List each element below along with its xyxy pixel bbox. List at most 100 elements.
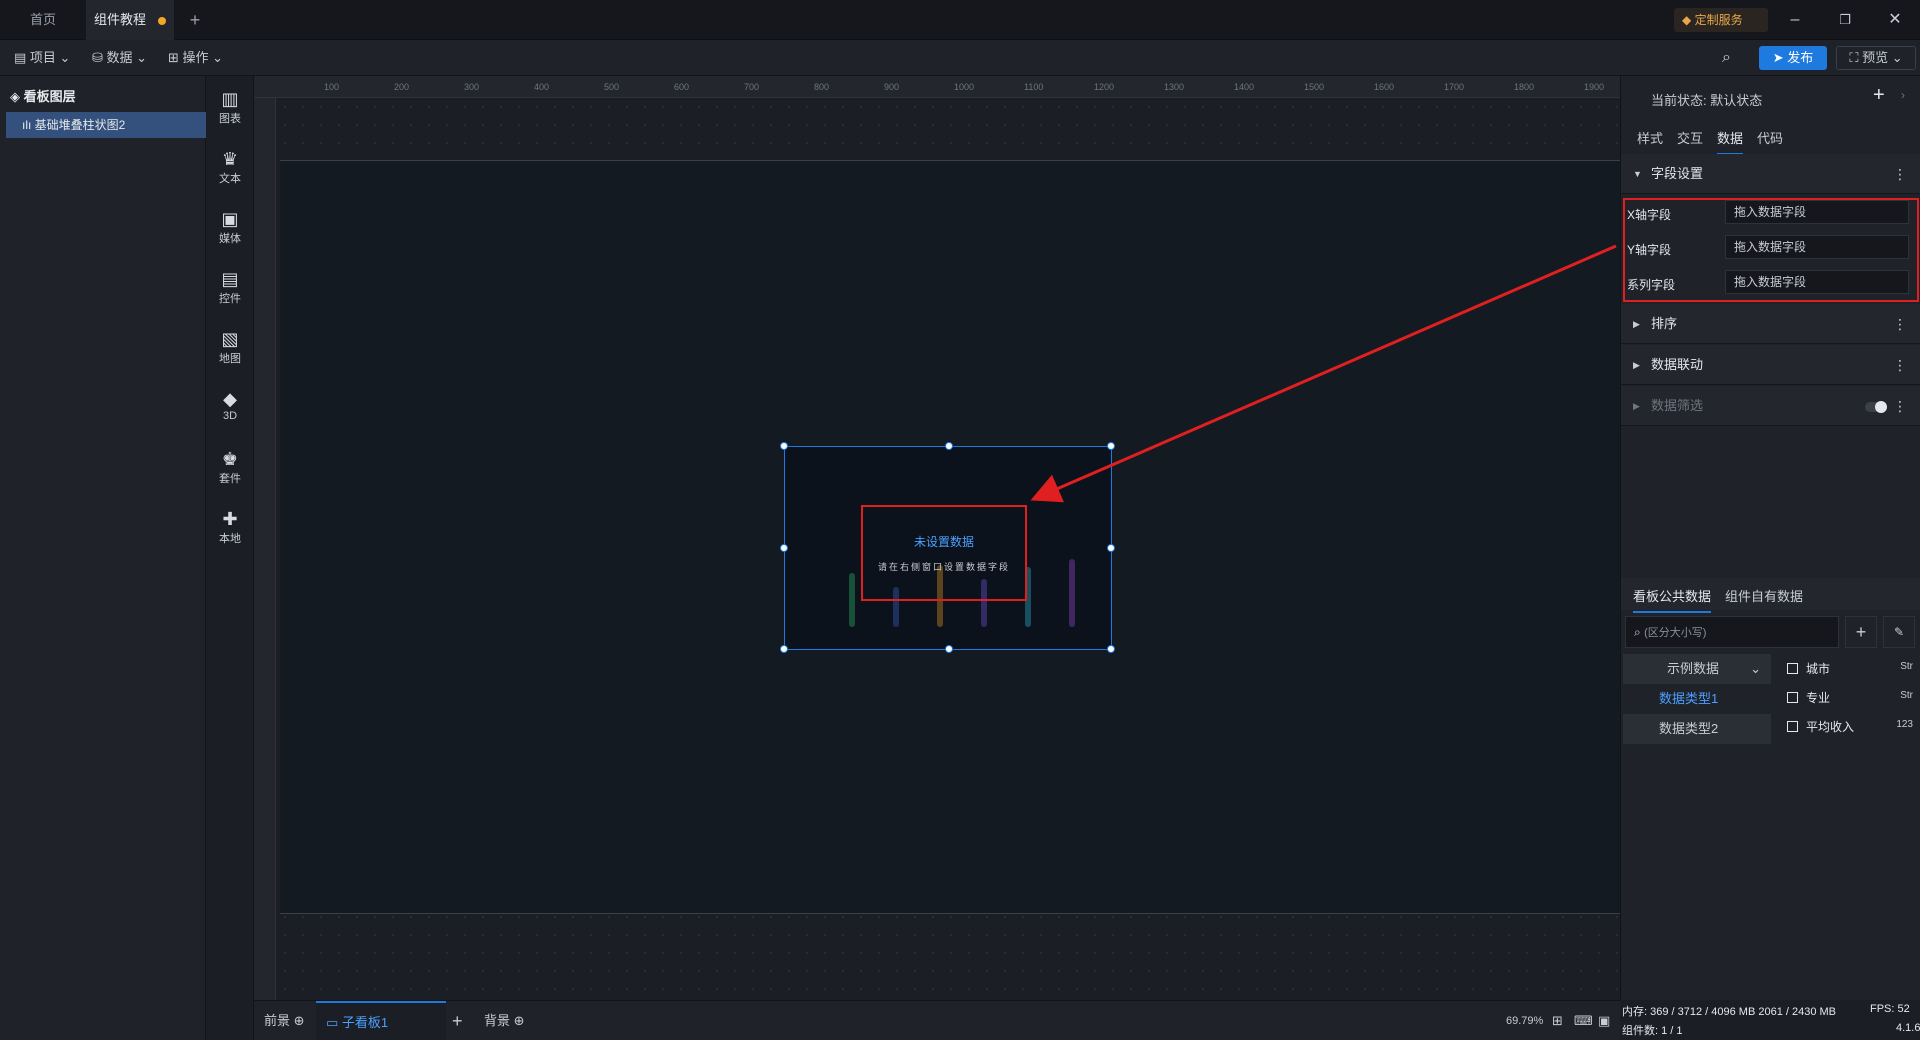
- resize-handle[interactable]: [780, 544, 788, 552]
- layers-title-text: 看板图层: [23, 89, 76, 104]
- more-icon[interactable]: ⋮: [1893, 386, 1907, 426]
- add-circle-icon[interactable]: ⊕: [514, 1013, 525, 1028]
- resize-handle[interactable]: [945, 442, 953, 450]
- comp-media[interactable]: ▣ 媒体: [206, 208, 254, 246]
- checkbox[interactable]: [1787, 692, 1798, 703]
- tab-public-data[interactable]: 看板公共数据: [1633, 586, 1712, 613]
- comp-map-label: 地图: [219, 353, 241, 365]
- column-item[interactable]: 专业 Str: [1787, 689, 1917, 706]
- console-icon[interactable]: ▣: [1598, 1001, 1610, 1040]
- minimize-icon[interactable]: –: [1770, 0, 1820, 40]
- tab-data[interactable]: 数据: [1717, 128, 1744, 155]
- publish-button[interactable]: ➤ 发布: [1759, 46, 1827, 70]
- resize-handle[interactable]: [945, 645, 953, 653]
- section-data-linkage[interactable]: ▶ 数据联动 ⋮: [1621, 345, 1920, 385]
- tab-home[interactable]: 首页: [0, 0, 86, 40]
- grid-icon: ⊞: [168, 50, 183, 65]
- layer-item[interactable]: ılı 基础堆叠柱状图2: [6, 112, 206, 138]
- resize-handle[interactable]: [1107, 645, 1115, 653]
- add-board-icon[interactable]: +: [452, 1001, 463, 1040]
- restore-icon[interactable]: ❐: [1820, 0, 1870, 40]
- keyboard-icon[interactable]: ⌨: [1574, 1001, 1593, 1040]
- comp-suite[interactable]: ♚ 套件: [206, 448, 254, 486]
- no-data-box: 未设置数据 请在右侧窗口设置数据字段: [861, 505, 1027, 601]
- more-icon[interactable]: ⋮: [1893, 304, 1907, 344]
- state-value: 默认状态: [1710, 93, 1763, 108]
- comp-local[interactable]: ✚ 本地: [206, 508, 254, 546]
- comp-suite-label: 套件: [219, 473, 241, 485]
- close-icon[interactable]: ✕: [1870, 0, 1920, 40]
- ruler-tick-label: 1500: [1304, 82, 1325, 92]
- fit-screen-icon[interactable]: ⊞: [1552, 1001, 1563, 1040]
- placeholder-bar: [1069, 559, 1075, 627]
- filter-toggle[interactable]: [1865, 401, 1887, 413]
- bar-chart-icon: ılı: [22, 118, 35, 132]
- dataset-item[interactable]: 数据类型1: [1623, 684, 1771, 714]
- checkbox[interactable]: [1787, 721, 1798, 732]
- column-name: 专业: [1806, 691, 1831, 705]
- add-circle-icon[interactable]: ⊕: [294, 1013, 305, 1028]
- properties-panel: 当前状态: 默认状态 + › 样式 交互 数据 代码 ▼ 字段设置 ⋮ X轴字段 拖…: [1620, 76, 1920, 1040]
- ruler-left: [254, 98, 276, 1000]
- comp-map[interactable]: ▧ 地图: [206, 328, 254, 366]
- column-item[interactable]: 平均收入 123: [1787, 718, 1917, 735]
- resize-handle[interactable]: [1107, 544, 1115, 552]
- vip-label: 定制服务: [1694, 13, 1743, 27]
- column-type: Str: [1900, 661, 1913, 672]
- chevron-right-icon[interactable]: ›: [1901, 88, 1905, 102]
- data-menu[interactable]: ⛁ 数据 ⌄: [92, 40, 147, 76]
- comp-text-label: 文本: [219, 173, 241, 185]
- comp-chart[interactable]: ▥ 图表: [206, 88, 254, 126]
- tab-background[interactable]: 背景 ⊕: [484, 1001, 525, 1040]
- data-label: 数据: [106, 50, 133, 65]
- comp-text[interactable]: ♛ 文本: [206, 148, 254, 186]
- resize-handle[interactable]: [1107, 442, 1115, 450]
- stacked-bar-chart-widget[interactable]: 未设置数据 请在右侧窗口设置数据字段: [780, 442, 1115, 653]
- resize-handle[interactable]: [780, 645, 788, 653]
- section-sort[interactable]: ▶ 排序 ⋮: [1621, 304, 1920, 344]
- more-icon[interactable]: ⋮: [1893, 154, 1907, 194]
- field-search[interactable]: ⌕ (区分大小写): [1625, 616, 1839, 648]
- cube-icon: ◆: [223, 389, 237, 409]
- chevron-down-icon: ⌄: [212, 50, 224, 65]
- add-tab-icon[interactable]: +: [180, 0, 210, 40]
- no-data-subtitle: 请在右侧窗口设置数据字段: [877, 562, 1010, 572]
- comp-control[interactable]: ▤ 控件: [206, 268, 254, 306]
- tab-style[interactable]: 样式: [1637, 128, 1663, 147]
- file-icon: ▤: [14, 50, 30, 65]
- zoom-level[interactable]: 69.79%: [1506, 1001, 1543, 1040]
- operate-menu[interactable]: ⊞ 操作 ⌄: [168, 40, 223, 76]
- comp-chart-label: 图表: [219, 113, 241, 125]
- add-state-icon[interactable]: +: [1873, 84, 1885, 107]
- section-field-settings[interactable]: ▼ 字段设置 ⋮: [1621, 154, 1920, 194]
- ruler-tick-label: 100: [324, 82, 340, 92]
- project-menu[interactable]: ▤ 项目 ⌄: [14, 40, 70, 76]
- tab-code[interactable]: 代码: [1757, 128, 1783, 147]
- resize-handle[interactable]: [780, 442, 788, 450]
- vip-service-button[interactable]: ◆ 定制服务: [1674, 8, 1768, 32]
- dataset-item[interactable]: 数据类型2: [1623, 714, 1771, 744]
- fullscreen-icon: ⛶: [1849, 50, 1863, 65]
- edit-data-icon[interactable]: ✎: [1883, 616, 1915, 648]
- search-icon[interactable]: ⌕: [1722, 40, 1731, 76]
- dataset-select[interactable]: 示例数据 ⌄: [1623, 654, 1771, 684]
- tab-interaction[interactable]: 交互: [1677, 128, 1703, 147]
- checkbox[interactable]: [1787, 663, 1798, 674]
- ruler-tick-label: 1300: [1164, 82, 1185, 92]
- tab-home-label: 首页: [29, 12, 56, 27]
- section-data-filter[interactable]: ▶ 数据筛选 ⋮: [1621, 386, 1920, 426]
- section-filter-label: 数据筛选: [1651, 398, 1704, 413]
- placeholder-bar: [849, 573, 855, 627]
- tab-own-data[interactable]: 组件自有数据: [1725, 586, 1803, 605]
- more-icon[interactable]: ⋮: [1893, 345, 1907, 385]
- tab-foreground[interactable]: 前景 ⊕: [264, 1001, 305, 1040]
- current-state: 当前状态: 默认状态: [1651, 90, 1762, 109]
- search-placeholder: (区分大小写): [1644, 627, 1707, 639]
- comp-3d[interactable]: ◆ 3D: [206, 388, 254, 422]
- column-item[interactable]: 城市 Str: [1787, 660, 1917, 677]
- tab-sub-board[interactable]: ▭ 子看板1: [316, 1001, 446, 1040]
- tab-component-tutorial[interactable]: 组件教程: [86, 0, 174, 40]
- add-data-icon[interactable]: +: [1845, 616, 1877, 648]
- preview-button[interactable]: ⛶ 预览 ⌄: [1836, 46, 1916, 70]
- version-label: 4.1.6: [1896, 1022, 1920, 1034]
